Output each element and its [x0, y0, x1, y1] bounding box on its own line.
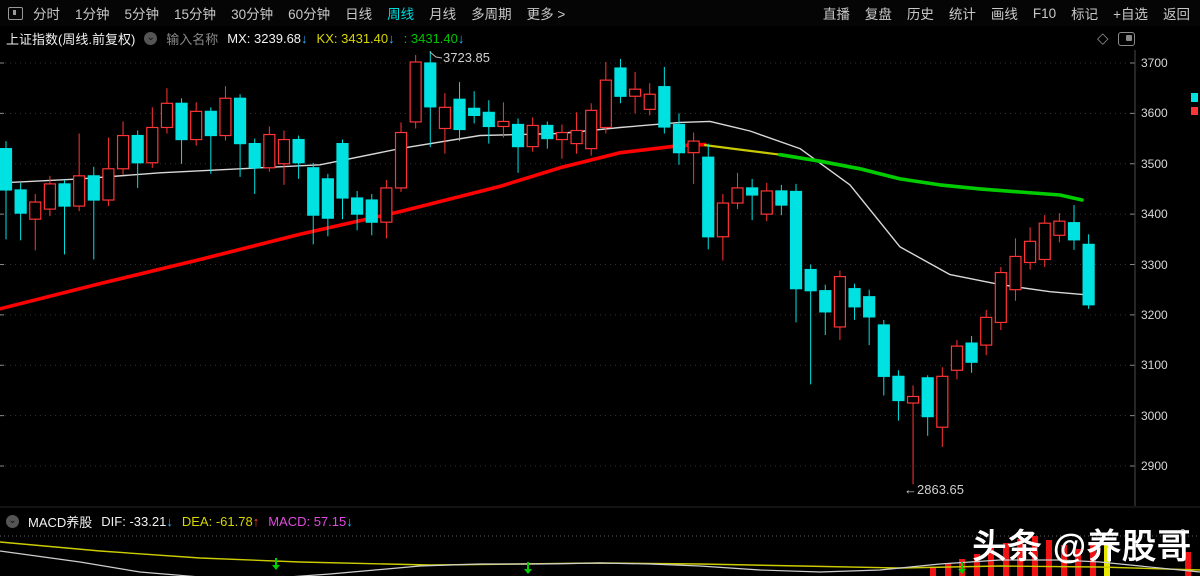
high-annotation: 3723.85 [443, 50, 490, 65]
tab-15分钟[interactable]: 15分钟 [174, 3, 216, 23]
menu-画线[interactable]: 画线 [991, 3, 1018, 23]
menu-F10[interactable]: F10 [1033, 6, 1056, 21]
kx-value: KX: 3431.40↓ [316, 30, 395, 46]
y-tick-3500: 3500 [1141, 156, 1168, 171]
period-menu: 分时 1分钟 5分钟 15分钟 30分钟 60分钟 日线 周线 月线 多周期 更多 > [33, 3, 565, 23]
tab-多周期[interactable]: 多周期 [471, 3, 512, 23]
index-info-bar: 上证指数(周线.前复权) ⌄ 输入名称 MX: 3239.68↓ KX: 343… [6, 29, 464, 47]
menu-+自选[interactable]: +自选 [1113, 3, 1148, 23]
menu-历史[interactable]: 历史 [907, 3, 934, 23]
down-arrow-icon: ↓ [166, 513, 173, 529]
y-tick-3600: 3600 [1141, 106, 1168, 121]
y-tick-3200: 3200 [1141, 307, 1168, 322]
y-tick-3300: 3300 [1141, 257, 1168, 272]
menu-返回[interactable]: 返回 [1163, 3, 1190, 23]
down-arrow-icon: ↓ [388, 30, 395, 46]
top-toolbar: 分时 1分钟 5分钟 15分钟 30分钟 60分钟 日线 周线 月线 多周期 更多 > 直播 复盘 历史… [0, 0, 1200, 26]
diamond-icon[interactable]: ◇ [1097, 31, 1109, 46]
mx-value: MX: 3239.68↓ [227, 30, 308, 46]
main-chart[interactable] [0, 0, 1200, 576]
tab-60分钟[interactable]: 60分钟 [288, 3, 330, 23]
menu-复盘[interactable]: 复盘 [865, 3, 892, 23]
chevron-circle-icon[interactable]: ⌄ [144, 31, 158, 45]
tab-月线[interactable]: 月线 [429, 3, 456, 23]
y-tick-3400: 3400 [1141, 207, 1168, 222]
macd-value: MACD: 57.15↓ [268, 513, 353, 529]
y-tick-3700: 3700 [1141, 56, 1168, 70]
screen-icon[interactable] [1118, 32, 1135, 46]
menu-统计[interactable]: 统计 [949, 3, 976, 23]
tab-周线[interactable]: 周线 [387, 3, 414, 23]
menu-直播[interactable]: 直播 [823, 3, 850, 23]
tab-1分钟[interactable]: 1分钟 [75, 3, 110, 23]
y-tick-3000: 3000 [1141, 408, 1168, 423]
name-input[interactable]: 输入名称 [166, 29, 218, 48]
tab-30分钟[interactable]: 30分钟 [231, 3, 273, 23]
up-arrow-icon: ↑ [252, 513, 260, 529]
y-tick-3100: 3100 [1141, 358, 1168, 373]
tab-日线[interactable]: 日线 [345, 3, 372, 23]
low-annotation: ←2863.65 [904, 482, 964, 497]
window-icon[interactable] [8, 6, 23, 20]
menu-标记[interactable]: 标记 [1071, 3, 1098, 23]
tab-分时[interactable]: 分时 [33, 3, 60, 23]
down-arrow-icon: ↓ [457, 30, 465, 46]
tab-5分钟[interactable]: 5分钟 [125, 3, 160, 23]
last-value: : 3431.40↓ [403, 30, 465, 46]
chevron-circle-icon[interactable]: ⌄ [6, 514, 19, 528]
down-arrow-icon: ↓ [301, 30, 308, 46]
y-tick-2900: 2900 [1141, 459, 1168, 473]
macd-info-bar: ⌄ MACD养股 DIF: -33.21↓ DEA: -61.78↑ MACD:… [6, 512, 353, 530]
dea-value: DEA: -61.78↑ [181, 513, 260, 529]
tools-menu: 直播 复盘 历史 统计 画线 F10 标记 +自选 返回 [823, 3, 1190, 23]
macd-indicator-name: MACD养股 [28, 514, 93, 530]
down-arrow-icon: ↓ [346, 513, 353, 529]
index-title: 上证指数(周线.前复权) [6, 31, 136, 47]
dif-value: DIF: -33.21↓ [101, 513, 173, 529]
tab-更多 >[interactable]: 更多 > [527, 3, 566, 23]
watermark: 头条 @养股哥 [972, 528, 1192, 566]
